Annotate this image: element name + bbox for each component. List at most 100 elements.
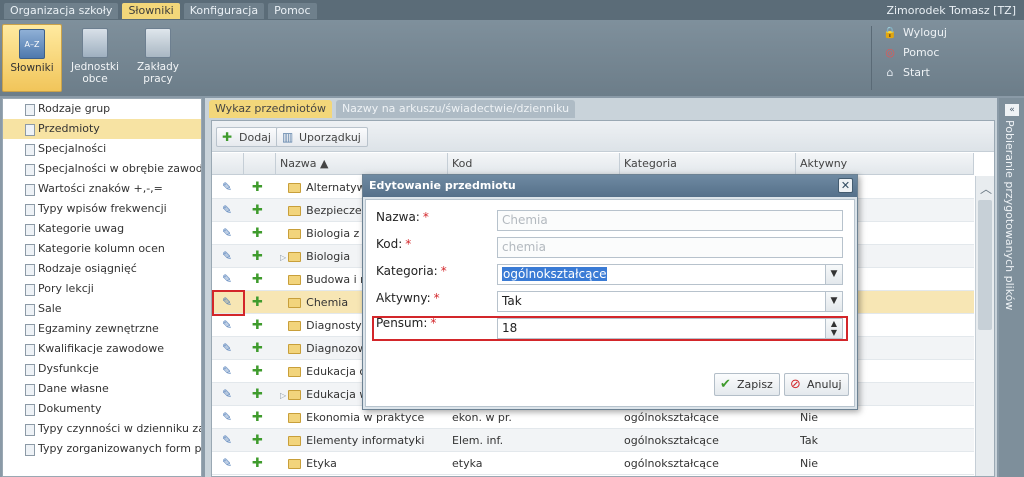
sidebar-item-przedmioty[interactable]: Przedmioty <box>3 119 201 139</box>
plus-icon: ✚ <box>222 130 233 144</box>
menu-pomoc[interactable]: Pomoc <box>268 3 317 19</box>
cancel-button-label: Anuluj <box>807 378 842 391</box>
active-select[interactable]: Tak ▼ <box>497 291 843 312</box>
sidebar-item[interactable]: Kwalifikacje zawodowe <box>3 339 201 359</box>
dialog-body: Nazwa: * Chemia Kod: * chemia Kategoria: * … <box>365 199 855 407</box>
sidebar-item[interactable]: Specjalności w obrębie zawodu, s <box>3 159 201 179</box>
sort-button[interactable]: ▥ Uporządkuj <box>276 127 368 147</box>
sidebar-item[interactable]: Kategorie kolumn ocen <box>3 239 201 259</box>
pencil-icon[interactable]: ✎ <box>222 245 232 268</box>
pencil-icon[interactable]: ✎ <box>222 360 232 383</box>
sidebar-item[interactable]: Pory lekcji <box>3 279 201 299</box>
expand-panel-icon[interactable]: « <box>1005 104 1019 116</box>
help-link[interactable]: ◎ Pomoc <box>883 46 947 66</box>
pencil-icon[interactable]: ✎ <box>222 199 232 222</box>
pencil-icon[interactable]: ✎ <box>222 314 232 337</box>
pencil-icon[interactable]: ✎ <box>222 176 232 199</box>
plus-icon[interactable]: ✚ <box>252 314 263 337</box>
tab-wykaz[interactable]: Wykaz przedmiotów <box>209 100 332 118</box>
expand-arrow-icon[interactable]: ▷ <box>280 253 286 262</box>
table-row[interactable]: ✎ ✚ ▷Elementy informatyki Elem. inf. ogólnok… <box>212 429 974 452</box>
menu-konfiguracja[interactable]: Konfiguracja <box>183 3 265 19</box>
plus-icon[interactable]: ✚ <box>252 360 263 383</box>
plus-icon[interactable]: ✚ <box>252 291 263 314</box>
top-menu-bar: Organizacja szkoły Słowniki Konfiguracja… <box>0 0 1024 20</box>
ribbon-zaklady-button[interactable]: Zakłady pracy <box>128 24 188 92</box>
pencil-icon[interactable]: ✎ <box>222 383 232 406</box>
sidebar-item[interactable]: Wartości znaków +,-,= <box>3 179 201 199</box>
plus-icon[interactable]: ✚ <box>252 429 263 452</box>
cancel-button[interactable]: ⊘ Anuluj <box>784 373 849 396</box>
cell-nazwa: ▷Elementy informatyki <box>280 429 446 452</box>
chevron-down-icon[interactable]: ▼ <box>825 292 842 311</box>
ribbon-jednostki-button[interactable]: Jednostki obce <box>65 24 125 92</box>
add-button-label: Dodaj <box>239 131 271 144</box>
pencil-icon[interactable]: ✎ <box>222 337 232 360</box>
chevron-down-icon[interactable]: ▼ <box>825 265 842 284</box>
plus-icon[interactable]: ✚ <box>252 222 263 245</box>
sidebar-item[interactable]: Dane własne <box>3 379 201 399</box>
plus-icon[interactable]: ✚ <box>252 245 263 268</box>
grid-toolbar: ✚ Dodaj ▥ Uporządkuj <box>212 121 994 152</box>
menu-slowniki[interactable]: Słowniki <box>122 3 180 19</box>
lock-icon: 🔒 <box>883 26 897 39</box>
sidebar-item[interactable]: Typy zorganizowanych form pomc <box>3 439 201 459</box>
folder-icon <box>288 344 302 354</box>
folder-icon <box>288 275 302 285</box>
pencil-icon[interactable]: ✎ <box>222 429 232 452</box>
column-header-kategoria[interactable]: Kategoria <box>620 153 796 175</box>
folder-icon <box>288 298 302 308</box>
pencil-icon[interactable]: ✎ <box>222 222 232 245</box>
sidebar-item[interactable]: Kategorie uwag <box>3 219 201 239</box>
sidebar-item[interactable]: Rodzaje grup <box>3 99 201 119</box>
pencil-icon[interactable]: ✎ <box>222 268 232 291</box>
sidebar: Rodzaje grup Przedmioty Specjalności Spe… <box>2 98 202 477</box>
menu-organizacja[interactable]: Organizacja szkoły <box>4 3 119 19</box>
cell-kategoria: ogólnokształcące <box>624 434 719 447</box>
close-icon[interactable]: ✕ <box>838 178 853 193</box>
checkmark-icon: ✔ <box>720 377 731 392</box>
vertical-scrollbar[interactable]: ︿ <box>975 176 994 476</box>
sidebar-item[interactable]: Sale <box>3 299 201 319</box>
plus-icon[interactable]: ✚ <box>252 383 263 406</box>
right-panel-title[interactable]: Pobieranie przygotowanych plików <box>1003 120 1016 310</box>
cell-kategoria: ogólnokształcące <box>624 457 719 470</box>
logout-link[interactable]: 🔒 Wyloguj <box>883 26 947 46</box>
add-button[interactable]: ✚ Dodaj <box>216 127 278 147</box>
sidebar-item[interactable]: Egzaminy zewnętrzne <box>3 319 201 339</box>
tab-nazwy[interactable]: Nazwy na arkuszu/świadectwie/dzienniku <box>335 100 576 118</box>
plus-icon[interactable]: ✚ <box>252 176 263 199</box>
expand-arrow-icon[interactable]: ▷ <box>280 391 286 400</box>
ribbon-links: 🔒 Wyloguj ◎ Pomoc ⌂ Start <box>871 26 947 90</box>
plus-icon[interactable]: ✚ <box>252 452 263 475</box>
scrollbar-thumb[interactable] <box>978 200 992 330</box>
column-header-nazwa[interactable]: Nazwa ▲ <box>276 153 448 175</box>
column-header-aktywny[interactable]: Aktywny <box>796 153 974 175</box>
sidebar-item[interactable]: Specjalności <box>3 139 201 159</box>
start-link[interactable]: ⌂ Start <box>883 66 947 86</box>
sort-icon: ▥ <box>282 130 294 144</box>
edit-subject-dialog: Edytowanie przedmiotu ✕ Nazwa: * Chemia K… <box>362 174 858 410</box>
category-label: Kategoria: * <box>376 264 447 278</box>
plus-icon[interactable]: ✚ <box>252 406 263 429</box>
ribbon-slowniki-button[interactable]: Słowniki <box>2 24 62 92</box>
sidebar-item[interactable]: Rodzaje osiągnięć <box>3 259 201 279</box>
ribbon-button-label: Słowniki <box>10 62 54 74</box>
sidebar-item[interactable]: Dysfunkcje <box>3 359 201 379</box>
sort-button-label: Uporządkuj <box>299 131 361 144</box>
save-button[interactable]: ✔ Zapisz <box>714 373 780 396</box>
category-select[interactable]: ogólnokształcące ▼ <box>497 264 843 285</box>
sidebar-item[interactable]: Typy czynności w dzienniku zajęć <box>3 419 201 439</box>
scroll-up-icon[interactable]: ︿ <box>980 180 992 197</box>
sidebar-item[interactable]: Typy wpisów frekwencji <box>3 199 201 219</box>
plus-icon[interactable]: ✚ <box>252 337 263 360</box>
sidebar-item[interactable]: Dokumenty <box>3 399 201 419</box>
table-row[interactable]: ✎ ✚ ▷Etyka etyka ogólnokształcące Nie <box>212 452 974 475</box>
plus-icon[interactable]: ✚ <box>252 199 263 222</box>
plus-icon[interactable]: ✚ <box>252 268 263 291</box>
pencil-icon[interactable]: ✎ <box>222 452 232 475</box>
folder-icon <box>288 436 302 446</box>
separator <box>871 26 872 90</box>
pencil-icon[interactable]: ✎ <box>222 406 232 429</box>
column-header-kod[interactable]: Kod <box>448 153 620 175</box>
